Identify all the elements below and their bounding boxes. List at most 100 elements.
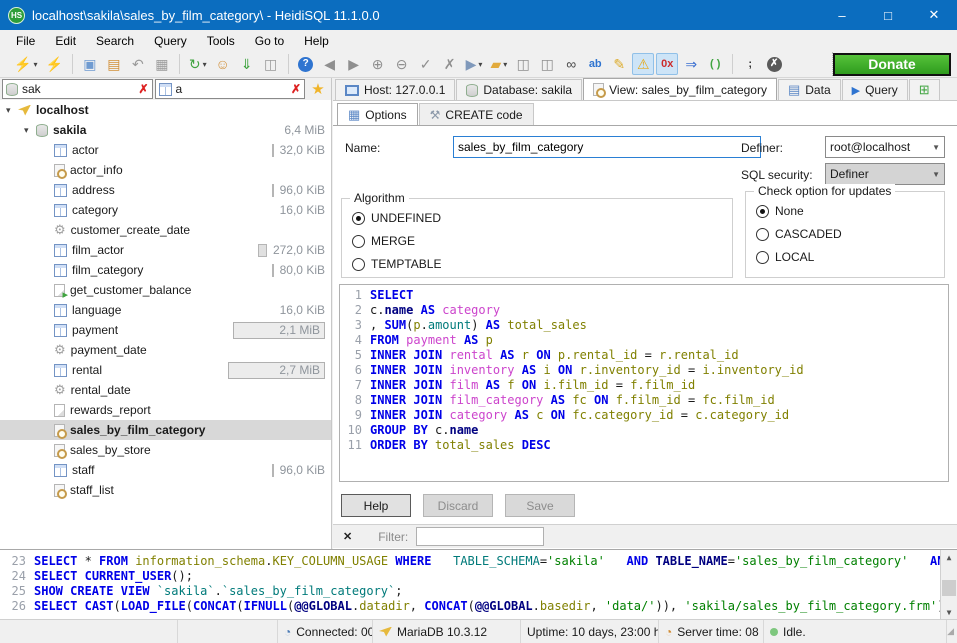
post-changes-button[interactable]: ✓ <box>415 53 437 75</box>
tree-item-sales_by_film_category[interactable]: sales_by_film_category <box>0 420 331 440</box>
tab-view-sales-by-film-category[interactable]: View: sales_by_film_category <box>583 78 777 100</box>
filter-input[interactable] <box>416 527 544 546</box>
clear-database-filter-icon[interactable]: ✗ <box>138 82 148 96</box>
radio-button[interactable] <box>756 228 769 241</box>
undo-button[interactable]: ↶ <box>127 53 149 75</box>
tab-database-sakila[interactable]: Database: sakila <box>456 79 582 100</box>
tree-item-localhost[interactable]: ▾localhost <box>0 100 331 120</box>
radio-button[interactable] <box>352 212 365 225</box>
algorithm-option-undefined[interactable]: UNDEFINED <box>352 211 732 225</box>
session-manager-button[interactable]: ⚡▾ <box>11 53 40 75</box>
algorithm-option-temptable[interactable]: TEMPTABLE <box>352 257 732 271</box>
open-sql-file-button[interactable]: ▰▾ <box>487 53 510 75</box>
scroll-thumb[interactable] <box>942 580 956 596</box>
check-option-option-cascaded[interactable]: CASCADED <box>756 227 944 241</box>
scroll-down-icon[interactable]: ▼ <box>941 605 957 619</box>
tree-item-payment[interactable]: payment2,1 MiB <box>0 320 331 340</box>
close-filter-icon[interactable]: ✕ <box>343 530 352 543</box>
disconnect-button[interactable]: ⚡ <box>42 53 65 75</box>
tree-item-address[interactable]: address96,0 KiB <box>0 180 331 200</box>
clear-table-filter-icon[interactable]: ✗ <box>291 82 301 96</box>
dropdown-arrow-icon[interactable]: ▾ <box>33 60 37 69</box>
tree-item-actor_info[interactable]: actor_info <box>0 160 331 180</box>
dropdown-arrow-icon[interactable]: ▾ <box>503 60 507 69</box>
tree-item-language[interactable]: language16,0 KiB <box>0 300 331 320</box>
delimiter-button[interactable]: ; <box>739 53 761 75</box>
refresh-button[interactable]: ↻▾ <box>186 53 210 75</box>
tree-item-staff_list[interactable]: staff_list <box>0 480 331 500</box>
menu-item-tools[interactable]: Tools <box>197 32 245 50</box>
subtab-options[interactable]: Options <box>337 103 418 125</box>
tree-item-film_category[interactable]: film_category80,0 KiB <box>0 260 331 280</box>
tree-item-sales_by_store[interactable]: sales_by_store <box>0 440 331 460</box>
cancel-changes-button[interactable]: ✗ <box>439 53 461 75</box>
tree-item-customer_create_date[interactable]: customer_create_date <box>0 220 331 240</box>
check-option-option-local[interactable]: LOCAL <box>756 250 944 264</box>
copy-button[interactable]: ▣ <box>79 53 101 75</box>
scroll-up-icon[interactable]: ▲ <box>941 550 957 565</box>
tree-item-rewards_report[interactable]: rewards_report <box>0 400 331 420</box>
resize-grip-icon[interactable]: ◢ <box>947 626 957 637</box>
radio-button[interactable] <box>352 258 365 271</box>
menu-item-go-to[interactable]: Go to <box>245 32 294 50</box>
dropdown-arrow-icon[interactable]: ▾ <box>478 60 482 69</box>
help-button[interactable]: Help <box>341 494 411 517</box>
log-scrollbar[interactable]: ▲ ▼ <box>940 550 957 619</box>
minimize-button[interactable]: – <box>819 0 865 30</box>
paste-button[interactable]: ▤ <box>103 53 125 75</box>
menu-item-edit[interactable]: Edit <box>45 32 86 50</box>
tab-query[interactable]: Query <box>842 79 908 100</box>
save-sql-as-button[interactable]: ◫ <box>536 53 558 75</box>
find-button[interactable]: ∞ <box>560 53 582 75</box>
tree-item-film_actor[interactable]: film_actor272,0 KiB <box>0 240 331 260</box>
export-database-button[interactable]: ⇓ <box>236 53 258 75</box>
view-name-input[interactable] <box>453 136 761 158</box>
radio-button[interactable] <box>756 205 769 218</box>
save-sql-button[interactable]: ◫ <box>512 53 534 75</box>
tree-item-sakila[interactable]: ▾sakila6,4 MiB <box>0 120 331 140</box>
menu-item-query[interactable]: Query <box>144 32 197 50</box>
tree-item-category[interactable]: category16,0 KiB <box>0 200 331 220</box>
algorithm-option-merge[interactable]: MERGE <box>352 234 732 248</box>
reformat-sql-button[interactable]: ( ) <box>704 53 726 75</box>
tab-data[interactable]: Data <box>778 79 841 100</box>
stop-button[interactable]: ✗ <box>763 53 785 75</box>
tree-item-rental_date[interactable]: rental_date <box>0 380 331 400</box>
save-button[interactable]: Save <box>505 494 575 517</box>
expand-chevron-icon[interactable]: ▾ <box>24 125 34 136</box>
delete-row-button[interactable]: ⊖ <box>391 53 413 75</box>
maximize-button[interactable]: □ <box>865 0 911 30</box>
replace-button[interactable]: ab <box>584 53 606 75</box>
expand-chevron-icon[interactable]: ▾ <box>6 105 16 116</box>
tree-item-rental[interactable]: rental2,7 MiB <box>0 360 331 380</box>
tab-host-127-0-0-1[interactable]: Host: 127.0.0.1 <box>335 79 455 100</box>
table-filter[interactable]: a ✗ <box>155 79 306 99</box>
radio-button[interactable] <box>352 235 365 248</box>
run-query-button[interactable]: ▶▾ <box>463 53 486 75</box>
definer-combobox[interactable]: root@localhost ▼ <box>825 136 945 158</box>
toggle-warnings-button[interactable]: ⚠ <box>632 53 654 75</box>
toggle-hex-button[interactable]: 0x <box>656 53 678 75</box>
donate-button[interactable]: Donate <box>833 53 951 76</box>
database-filter[interactable]: sak ✗ <box>2 79 153 99</box>
tree-item-payment_date[interactable]: payment_date <box>0 340 331 360</box>
user-manager-button[interactable]: ☺ <box>212 53 234 75</box>
sql-editor[interactable]: 1SELECT2c.name AS category3, SUM(p.amoun… <box>339 284 949 482</box>
favorites-star-icon[interactable]: ★ <box>307 80 329 98</box>
print-button[interactable]: ▦ <box>151 53 173 75</box>
bind-parameters-button[interactable]: ⇒ <box>680 53 702 75</box>
insert-row-button[interactable]: ⊕ <box>367 53 389 75</box>
save-blob-button[interactable]: ◫ <box>260 53 282 75</box>
highlight-button[interactable]: ✎ <box>608 53 630 75</box>
new-query-tab-button[interactable] <box>909 79 940 100</box>
menu-item-help[interactable]: Help <box>294 32 339 50</box>
tree-item-staff[interactable]: staff96,0 KiB <box>0 460 331 480</box>
radio-button[interactable] <box>756 251 769 264</box>
subtab-create-code[interactable]: CREATE code <box>419 103 534 125</box>
help-button[interactable]: ? <box>295 53 317 75</box>
menu-item-file[interactable]: File <box>6 32 45 50</box>
tree-item-get_customer_balance[interactable]: get_customer_balance <box>0 280 331 300</box>
sql-security-combobox[interactable]: Definer ▼ <box>825 163 945 185</box>
tree-item-actor[interactable]: actor32,0 KiB <box>0 140 331 160</box>
discard-button[interactable]: Discard <box>423 494 493 517</box>
